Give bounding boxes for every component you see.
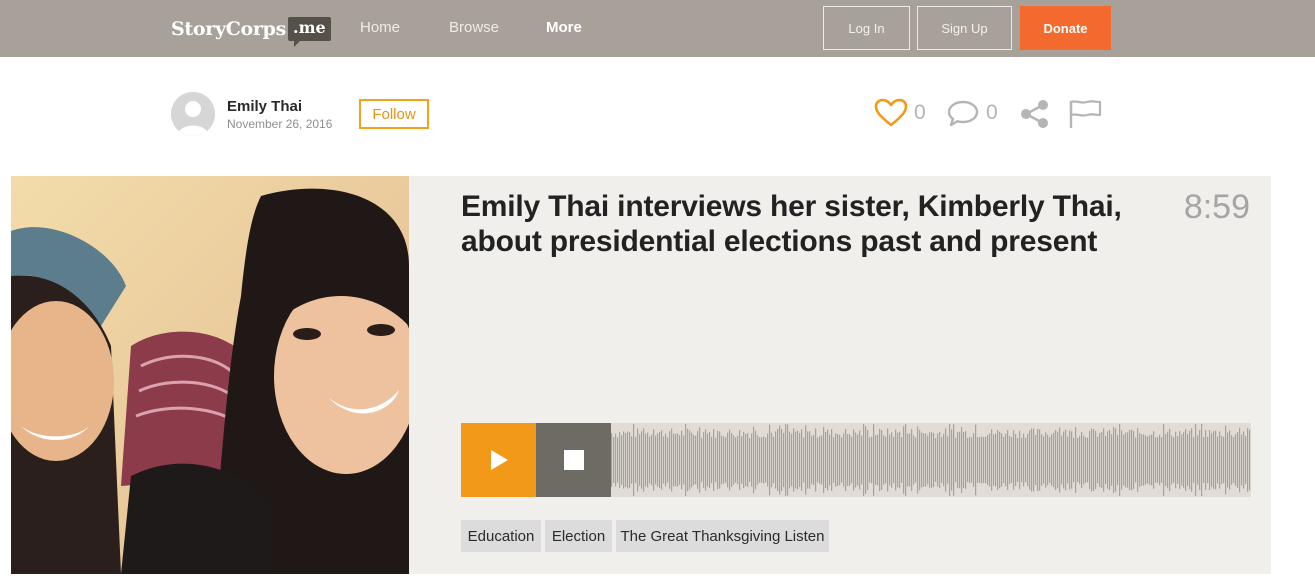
like-count: 0 [914,101,926,124]
comment-count: 0 [986,101,998,124]
flag-icon [1069,100,1102,128]
audio-waveform[interactable] [611,423,1251,497]
login-button[interactable]: Log In [823,6,910,50]
story-date: November 26, 2016 [227,117,333,131]
story-photo-image [11,176,409,574]
logo-suffix: .me [288,17,331,47]
nav-browse[interactable]: Browse [449,18,499,38]
avatar-placeholder-icon [171,92,215,136]
top-navbar: StoryCorps .me Home Browse More Log In S… [0,0,1315,57]
follow-button[interactable]: Follow [359,99,429,129]
stop-icon [563,450,584,470]
story-duration: 8:59 [1183,188,1250,226]
author-name[interactable]: Emily Thai [227,98,302,115]
flag-action[interactable] [1068,99,1102,129]
tag-election[interactable]: Election [545,520,612,552]
nav-home[interactable]: Home [360,18,400,38]
logo-text: StoryCorps [171,18,287,40]
tag-education[interactable]: Education [461,520,541,552]
stop-button[interactable] [536,423,611,497]
share-icon [1021,100,1048,128]
tag-great-thanksgiving-listen[interactable]: The Great Thanksgiving Listen [616,520,829,552]
like-action[interactable]: 0 [874,98,926,128]
play-icon [490,450,508,470]
nav-more[interactable]: More [546,18,582,38]
author-avatar[interactable] [171,92,215,136]
share-action[interactable] [1019,99,1051,129]
comment-icon [947,100,979,127]
storycorps-logo[interactable]: StoryCorps .me [171,13,331,47]
signup-button[interactable]: Sign Up [917,6,1012,50]
story-title: Emily Thai interviews her sister, Kimber… [461,190,1122,258]
story-photo[interactable] [11,176,409,574]
waveform-graphic [611,424,1251,496]
donate-button[interactable]: Donate [1020,6,1111,50]
heart-icon [874,98,908,127]
play-button[interactable] [461,423,536,497]
comment-action[interactable]: 0 [946,98,998,128]
